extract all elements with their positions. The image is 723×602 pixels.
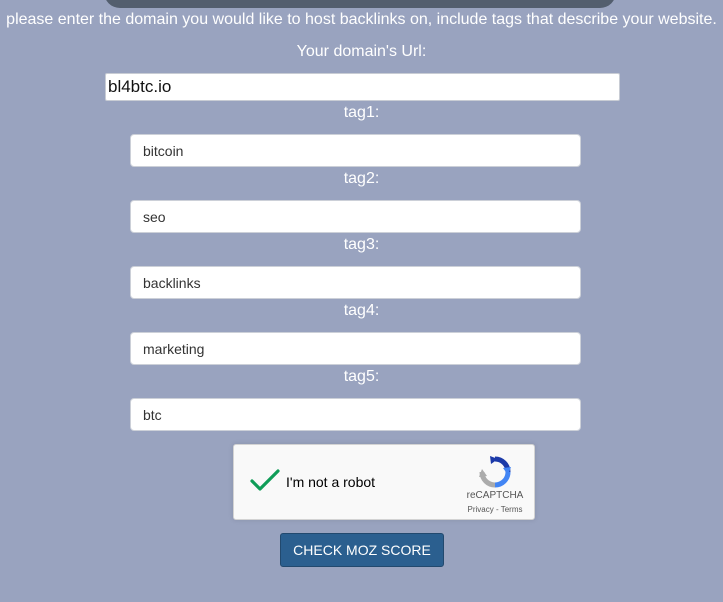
tag1-label: tag1: [343, 104, 380, 121]
top-header-bar [104, 0, 616, 8]
tag2-input[interactable] [130, 200, 581, 233]
tag3-input[interactable] [130, 266, 581, 299]
recaptcha-brand: reCAPTCHA [466, 490, 524, 501]
checkmark-icon [250, 469, 280, 491]
domain-url-input[interactable] [105, 73, 620, 101]
recaptcha-widget: I'm not a robot reCAPTCHA Privacy - Term… [233, 444, 535, 520]
check-moz-score-button[interactable]: CHECK MOZ SCORE [280, 533, 444, 567]
recaptcha-privacy-terms-links[interactable]: Privacy - Terms [458, 505, 532, 514]
tag5-label: tag5: [343, 368, 380, 385]
instructions-text: please enter the domain you would like t… [6, 11, 717, 28]
recaptcha-label: I'm not a robot [286, 474, 376, 490]
domain-url-label: Your domain's Url: [296, 43, 427, 60]
tag5-input[interactable] [130, 398, 581, 431]
tag3-label: tag3: [343, 236, 380, 253]
tag2-label: tag2: [343, 170, 380, 187]
recaptcha-logo-icon [478, 455, 512, 489]
tag4-input[interactable] [130, 332, 581, 365]
tag4-label: tag4: [343, 302, 380, 319]
tag1-input[interactable] [130, 134, 581, 167]
recaptcha-checkbox[interactable] [248, 464, 282, 498]
